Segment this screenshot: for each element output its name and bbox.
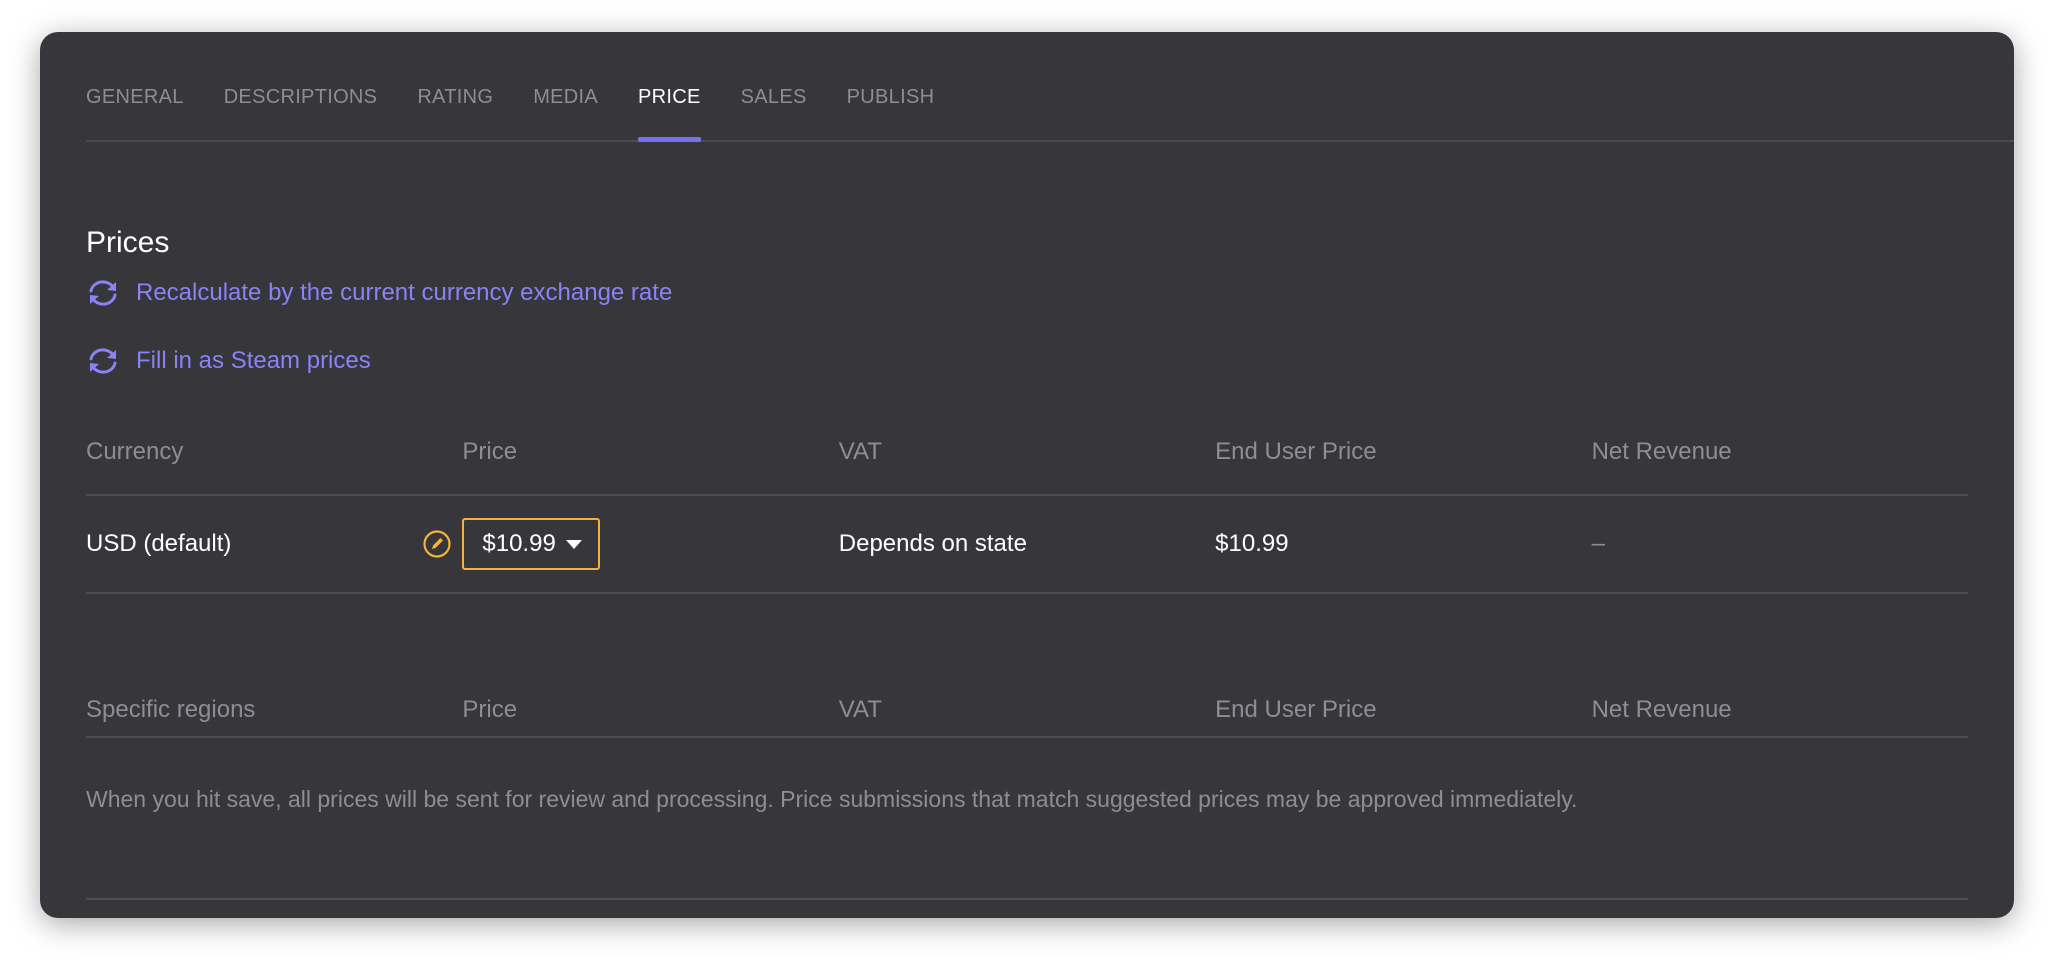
table-row: USD (default) $10.99 Depends on state $1…: [86, 496, 1968, 594]
refresh-icon: [86, 346, 120, 376]
tab-publish[interactable]: PUBLISH: [847, 32, 935, 140]
price-panel: GENERAL DESCRIPTIONS RATING MEDIA PRICE …: [40, 32, 2014, 918]
review-note: When you hit save, all prices will be se…: [86, 786, 1578, 812]
header-end-user-price: End User Price: [1215, 438, 1377, 465]
caret-down-icon: [565, 539, 582, 549]
net-revenue-cell: –: [1591, 530, 1605, 557]
tab-price[interactable]: PRICE: [638, 32, 701, 142]
vat-cell: Depends on state: [838, 530, 1027, 557]
tab-sales[interactable]: SALES: [741, 32, 807, 140]
table-header-row: Currency Price VAT End User Price Net Re…: [86, 432, 1968, 496]
page-title: Prices: [86, 226, 170, 259]
fill-steam-prices-link[interactable]: Fill in as Steam prices: [86, 346, 371, 376]
fill-steam-prices-label: Fill in as Steam prices: [136, 347, 371, 374]
price-value: $10.99: [482, 530, 556, 557]
tab-bar: GENERAL DESCRIPTIONS RATING MEDIA PRICE …: [86, 32, 2014, 142]
regions-price-table: Specific regions Price VAT End User Pric…: [86, 692, 1968, 738]
pencil-icon[interactable]: [422, 529, 452, 559]
header-net-revenue: Net Revenue: [1591, 696, 1732, 723]
end-user-price-cell: $10.99: [1215, 530, 1289, 557]
refresh-icon: [86, 278, 120, 308]
currency-cell: USD (default): [86, 530, 232, 557]
header-price: Price: [462, 438, 518, 465]
tab-descriptions[interactable]: DESCRIPTIONS: [224, 32, 378, 140]
header-price: Price: [462, 696, 518, 723]
recalculate-label: Recalculate by the current currency exch…: [136, 279, 673, 306]
header-currency: Currency: [86, 438, 184, 465]
tab-general[interactable]: GENERAL: [86, 32, 184, 140]
header-end-user-price: End User Price: [1215, 696, 1377, 723]
recalculate-exchange-rate-link[interactable]: Recalculate by the current currency exch…: [86, 278, 672, 308]
header-vat: VAT: [838, 438, 882, 465]
divider: [86, 898, 1968, 900]
tab-media[interactable]: MEDIA: [533, 32, 598, 140]
tab-rating[interactable]: RATING: [417, 32, 493, 140]
table-header-row: Specific regions Price VAT End User Pric…: [86, 692, 1968, 738]
header-vat: VAT: [838, 696, 882, 723]
header-specific-regions: Specific regions: [86, 696, 256, 723]
price-cell: $10.99: [423, 518, 838, 570]
default-price-table: Currency Price VAT End User Price Net Re…: [86, 432, 1968, 594]
header-net-revenue: Net Revenue: [1591, 438, 1732, 465]
price-dropdown[interactable]: $10.99: [462, 518, 600, 570]
